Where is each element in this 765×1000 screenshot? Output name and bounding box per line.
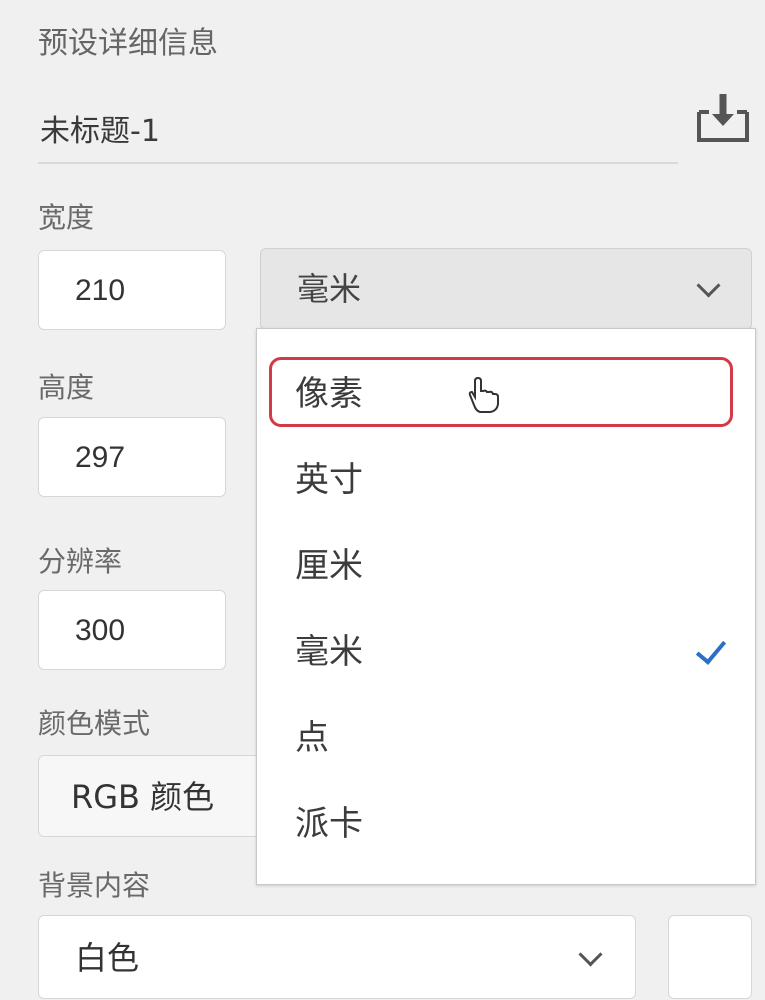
option-label: 厘米	[295, 546, 363, 586]
dropdown-option-picas[interactable]: 派卡	[257, 781, 755, 867]
background-select[interactable]: 白色	[38, 915, 636, 999]
height-label: 高度	[38, 371, 95, 404]
unit-dropdown: 像素 英寸 厘米 毫米 点 派卡	[256, 328, 756, 885]
background-label: 背景内容	[38, 869, 151, 902]
width-label: 宽度	[38, 201, 95, 234]
section-title: 预设详细信息	[38, 26, 218, 61]
background-color-swatch[interactable]	[668, 915, 752, 999]
color-mode-label: 颜色模式	[38, 707, 151, 740]
unit-select-value: 毫米	[297, 270, 362, 308]
option-label: 英寸	[295, 460, 363, 500]
chevron-down-icon	[578, 942, 603, 967]
document-name[interactable]: 未标题-1	[40, 106, 160, 150]
dropdown-option-inches[interactable]: 英寸	[257, 437, 755, 523]
save-preset-icon[interactable]	[693, 88, 753, 148]
checkmark-icon	[695, 633, 727, 665]
background-select-value: 白色	[75, 939, 140, 977]
divider	[38, 162, 678, 164]
dropdown-option-millimeters[interactable]: 毫米	[257, 609, 755, 695]
option-label: 毫米	[295, 632, 363, 672]
dropdown-option-pixels[interactable]: 像素	[257, 351, 755, 437]
resolution-input[interactable]: 300	[38, 590, 226, 670]
resolution-label: 分辨率	[38, 545, 123, 578]
chevron-down-icon	[696, 273, 721, 298]
height-input[interactable]: 297	[38, 417, 226, 497]
option-label: 点	[295, 718, 329, 758]
dropdown-option-points[interactable]: 点	[257, 695, 755, 781]
option-label: 派卡	[295, 804, 363, 844]
hand-cursor-icon	[468, 376, 499, 413]
width-input[interactable]: 210	[38, 250, 226, 330]
dropdown-option-centimeters[interactable]: 厘米	[257, 523, 755, 609]
unit-select[interactable]: 毫米	[260, 248, 752, 330]
